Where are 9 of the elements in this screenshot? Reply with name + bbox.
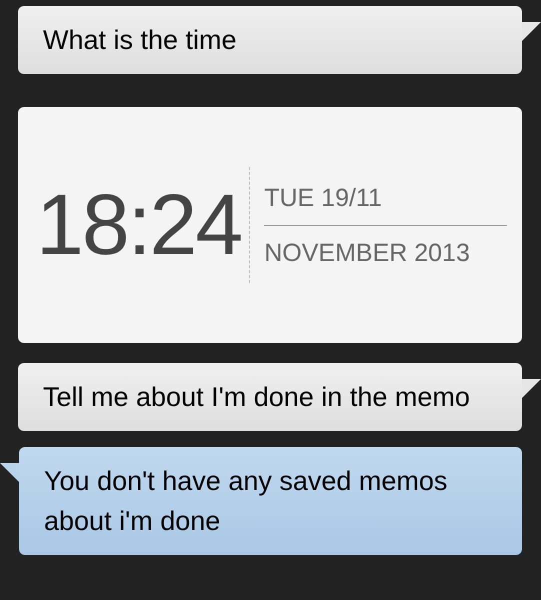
bubble-tail <box>522 22 541 41</box>
user-message-bubble: Tell me about I'm done in the memo <box>18 363 522 431</box>
clock-time: 18:24 <box>36 182 242 268</box>
clock-month-year: NOVEMBER 2013 <box>264 238 471 268</box>
clock-day: TUE 19/11 <box>264 182 507 226</box>
assistant-message-bubble: You don't have any saved memos about i'm done <box>19 447 522 555</box>
bubble-tail <box>0 463 19 482</box>
user-message-bubble: What is the time <box>18 6 522 74</box>
bubble-tail <box>522 379 541 398</box>
